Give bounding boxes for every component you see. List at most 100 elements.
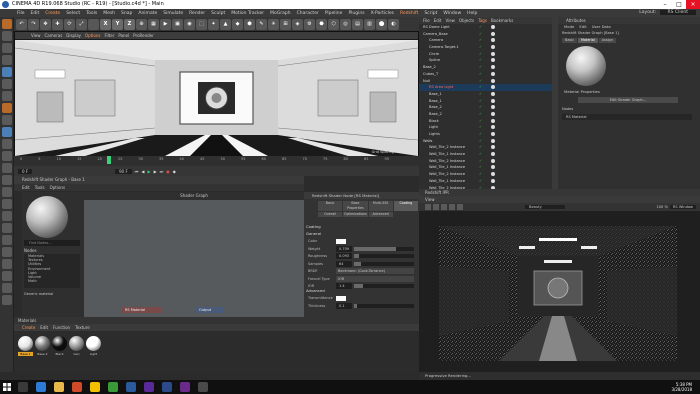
object-row[interactable]: Null ✓: [419, 78, 552, 85]
attribute-value-field[interactable]: 64: [336, 260, 352, 267]
object-row[interactable]: Wall_Tile_1 Instance ✓: [419, 178, 552, 185]
toolbar-icon[interactable]: [88, 18, 99, 30]
node-category-item[interactable]: Math: [24, 279, 80, 283]
material-ball[interactable]: [35, 336, 50, 351]
object-row[interactable]: Camera.Target.1 ✓: [419, 44, 552, 51]
tool-icon[interactable]: [2, 103, 12, 113]
tool-icon[interactable]: [2, 163, 12, 173]
material-tag-icon[interactable]: [491, 58, 495, 63]
attributes-tab-assign[interactable]: Assign: [598, 38, 616, 43]
object-row[interactable]: Walls ✓: [419, 138, 552, 145]
tool-icon[interactable]: [2, 283, 12, 293]
edit-shader-graph-button[interactable]: Edit Shader Graph...: [578, 97, 678, 103]
object-row[interactable]: Wall_Tile_1 Instance ✓: [419, 151, 552, 158]
object-row[interactable]: Spline ✓: [419, 57, 552, 64]
material-tag-icon[interactable]: [491, 78, 495, 83]
object-row[interactable]: Lights ✓: [419, 131, 552, 138]
toolbar-icon[interactable]: ⤢: [76, 18, 87, 30]
toolbar-icon[interactable]: ▣: [172, 18, 183, 30]
visibility-check-icon[interactable]: ✓: [479, 44, 482, 51]
tool-icon[interactable]: [2, 31, 12, 41]
menu-item-help[interactable]: Help: [464, 11, 480, 16]
tool-icon[interactable]: [2, 271, 12, 281]
toolbar-icon[interactable]: ◎: [340, 18, 351, 30]
materials-menu-edit[interactable]: Edit: [40, 325, 48, 330]
visibility-check-icon[interactable]: ✓: [479, 24, 482, 31]
viewport-menu-cameras[interactable]: Cameras: [45, 33, 63, 38]
tool-icon[interactable]: [2, 247, 12, 257]
visibility-check-icon[interactable]: ✓: [479, 118, 482, 125]
object-row[interactable]: Base_2 ✓: [419, 64, 552, 71]
object-menu-file[interactable]: File: [423, 18, 430, 23]
visibility-check-icon[interactable]: ✓: [479, 71, 482, 78]
toolbar-icon[interactable]: ☀: [268, 18, 279, 30]
material-tag-icon[interactable]: [491, 178, 495, 183]
play-icon[interactable]: ▶: [147, 169, 150, 174]
visibility-check-icon[interactable]: ✓: [479, 138, 482, 145]
toolbar-icon[interactable]: ▲: [220, 18, 231, 30]
material-ball[interactable]: [52, 336, 67, 351]
visibility-check-icon[interactable]: ✓: [479, 144, 482, 151]
object-row[interactable]: Base_1 ✓: [419, 91, 552, 98]
menu-item-tools[interactable]: Tools: [83, 11, 100, 16]
edge-icon[interactable]: [36, 382, 46, 392]
object-row[interactable]: Camera_Base ✓: [419, 31, 552, 38]
tool-icon[interactable]: [2, 151, 12, 161]
object-row[interactable]: Circle ✓: [419, 51, 552, 58]
tool-icon[interactable]: [2, 127, 12, 137]
ipr-aov-dropdown[interactable]: RS Window: [669, 205, 696, 209]
material-tag-icon[interactable]: [491, 45, 495, 50]
timeline-playhead[interactable]: [107, 156, 111, 164]
visibility-check-icon[interactable]: ✓: [479, 84, 482, 91]
menu-item-motion-tracker[interactable]: Motion Tracker: [228, 11, 267, 16]
tool-icon[interactable]: [2, 187, 12, 197]
node-attr-tab-multi-sss[interactable]: Multi-SSS: [368, 201, 393, 211]
ipr-menu-view[interactable]: View: [419, 196, 700, 203]
attribute-slider[interactable]: [354, 254, 414, 258]
visibility-check-icon[interactable]: ✓: [479, 31, 482, 38]
viewport-menu-panel[interactable]: Panel: [118, 33, 129, 38]
toolbar-icon[interactable]: ◈: [292, 18, 303, 30]
attribute-value-field[interactable]: 0.1: [336, 302, 352, 309]
material-tag-icon[interactable]: [491, 172, 495, 177]
menu-item-window[interactable]: Window: [440, 11, 464, 16]
material-tag-icon[interactable]: [491, 65, 495, 70]
toolbar-icon[interactable]: ◐: [388, 18, 399, 30]
attribute-value-field[interactable]: 0.709: [336, 245, 353, 252]
materials-menu-create[interactable]: Create: [22, 325, 35, 330]
object-row[interactable]: Base_1 ✓: [419, 98, 552, 105]
toolbar-icon[interactable]: ⊞: [280, 18, 291, 30]
toolbar-icon[interactable]: ✎: [256, 18, 267, 30]
windows-start-icon[interactable]: [0, 380, 14, 394]
object-row[interactable]: Camera ✓: [419, 37, 552, 44]
visibility-check-icon[interactable]: ✓: [479, 164, 482, 171]
ipr-play-icon[interactable]: [425, 204, 431, 210]
material-tag-icon[interactable]: [491, 51, 495, 56]
object-row[interactable]: RS Dome Light ✓: [419, 24, 552, 31]
object-menu-view[interactable]: View: [445, 18, 455, 23]
toolbar-icon[interactable]: ▥: [364, 18, 375, 30]
toolbar-icon[interactable]: ⚙: [304, 18, 315, 30]
menu-item-edit[interactable]: Edit: [28, 11, 43, 16]
menu-item-pipeline[interactable]: Pipeline: [322, 11, 346, 16]
tool-icon[interactable]: [2, 115, 12, 125]
material-tag-icon[interactable]: [491, 98, 495, 103]
material-tag-icon[interactable]: [491, 138, 495, 143]
tool-icon[interactable]: [2, 67, 12, 77]
tool-icon[interactable]: [2, 43, 12, 53]
menu-item-create[interactable]: Create: [42, 11, 63, 16]
object-row[interactable]: Wall_Tile_1 Instance ✓: [419, 164, 552, 171]
attribute-dropdown[interactable]: Beckmann (Cook-Torrance): [336, 268, 414, 274]
toolbar-icon[interactable]: ⬚: [196, 18, 207, 30]
material-ball[interactable]: [86, 336, 101, 351]
visibility-check-icon[interactable]: ✓: [479, 151, 482, 158]
visibility-check-icon[interactable]: ✓: [479, 57, 482, 64]
record-icon[interactable]: ●: [166, 169, 170, 174]
menu-item-character[interactable]: Character: [294, 11, 322, 16]
object-row[interactable]: RS Area Light ✓: [419, 84, 552, 91]
timeline[interactable]: 0 5 10 15 20 25 30 35 40 45 50 55 60 65 70 75 80 85 90: [14, 156, 419, 166]
visibility-check-icon[interactable]: ✓: [479, 51, 482, 58]
attribute-value-field[interactable]: 1.4: [336, 283, 352, 289]
utorrent-icon[interactable]: [108, 382, 118, 392]
visibility-check-icon[interactable]: ✓: [479, 171, 482, 178]
